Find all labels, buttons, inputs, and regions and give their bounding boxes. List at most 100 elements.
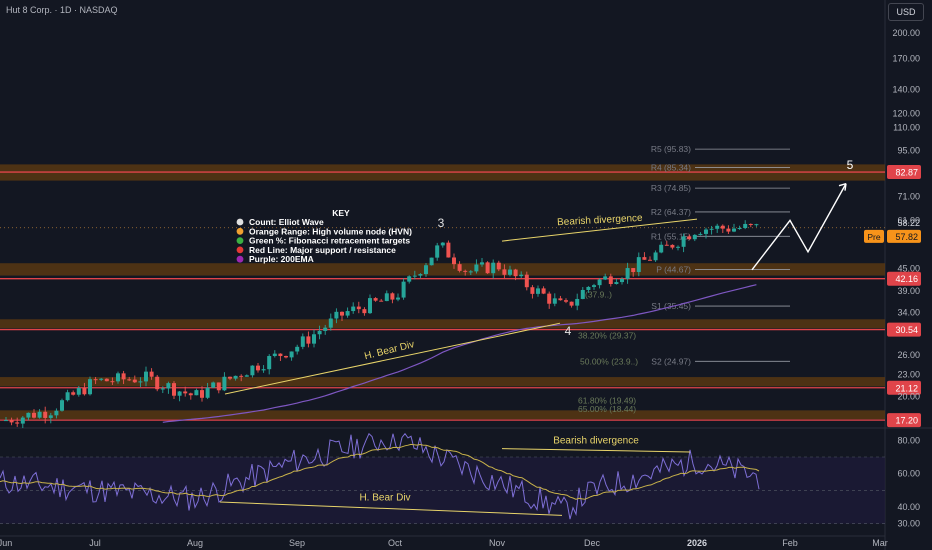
candle-down bbox=[664, 244, 669, 246]
candle-up bbox=[519, 274, 524, 277]
candle-down bbox=[457, 264, 462, 271]
candle-down bbox=[687, 236, 692, 240]
candle-up bbox=[351, 306, 356, 312]
currency-button[interactable]: USD bbox=[888, 3, 924, 21]
candle-up bbox=[211, 382, 216, 388]
candle-down bbox=[446, 242, 451, 258]
candle-up bbox=[99, 378, 104, 380]
candle-up bbox=[625, 268, 630, 279]
candle-up bbox=[536, 288, 540, 294]
price-axis-tick: 23.00 bbox=[897, 369, 920, 379]
candle-up bbox=[659, 244, 664, 253]
candle-down bbox=[541, 288, 546, 294]
premarket-price-text: 57.82 bbox=[895, 232, 918, 242]
candle-up bbox=[272, 353, 277, 357]
candle-up bbox=[603, 276, 608, 280]
candle-up bbox=[715, 225, 720, 229]
candle-up bbox=[709, 228, 714, 230]
candle-down bbox=[524, 274, 529, 288]
candle-up bbox=[368, 298, 372, 314]
candle-up bbox=[244, 375, 249, 377]
candle-up bbox=[592, 285, 596, 287]
time-axis-label: Oct bbox=[388, 538, 403, 548]
candle-up bbox=[48, 415, 53, 418]
price-level-tag-text: 82.87 bbox=[895, 168, 918, 178]
fib-label: 50.00% (23.9..) bbox=[580, 356, 638, 366]
candle-down bbox=[239, 375, 244, 377]
candle-up bbox=[116, 373, 120, 382]
candle-up bbox=[289, 351, 294, 358]
price-axis-tick: 120.00 bbox=[892, 109, 920, 119]
price-axis-tick: 26.00 bbox=[897, 350, 920, 360]
candle-down bbox=[132, 379, 137, 383]
candle-up bbox=[317, 330, 322, 335]
fib-label: 65.00% (18.44) bbox=[578, 404, 636, 414]
candle-up bbox=[328, 318, 333, 328]
candle-down bbox=[127, 379, 132, 381]
candle-up bbox=[620, 278, 624, 283]
pivot-label: R3 (74.85) bbox=[651, 183, 691, 193]
candle-up bbox=[261, 369, 266, 371]
candle-up bbox=[704, 229, 708, 234]
candle-up bbox=[552, 298, 557, 304]
candle-up bbox=[412, 275, 417, 277]
time-axis-label: Nov bbox=[489, 538, 506, 548]
candle-up bbox=[737, 228, 742, 230]
candle-up bbox=[575, 298, 580, 306]
symbol-title: Hut 8 Corp. · 1D · NASDAQ bbox=[6, 5, 118, 15]
time-axis-label: 2026 bbox=[687, 538, 707, 548]
candle-down bbox=[340, 311, 344, 316]
price-level-tag-text: 17.20 bbox=[895, 416, 918, 426]
hvn-zone bbox=[0, 410, 885, 420]
candle-up bbox=[300, 336, 305, 347]
candle-up bbox=[345, 311, 350, 316]
candle-up bbox=[194, 390, 199, 396]
candle-down bbox=[558, 298, 563, 301]
rsi-axis-tick: 30.00 bbox=[897, 519, 920, 529]
candle-down bbox=[15, 422, 20, 424]
candle-down bbox=[188, 393, 193, 396]
time-axis-label: Jun bbox=[0, 538, 12, 548]
candle-up bbox=[676, 246, 680, 248]
fib-label: (37.9..) bbox=[585, 289, 612, 299]
candle-up bbox=[396, 297, 400, 300]
candle-down bbox=[463, 270, 468, 272]
candle-up bbox=[26, 412, 31, 418]
candle-up bbox=[160, 388, 165, 390]
price-axis-tick: 39.00 bbox=[897, 286, 920, 296]
candle-up bbox=[586, 286, 591, 290]
candle-down bbox=[502, 269, 507, 275]
candle-down bbox=[642, 257, 647, 260]
candle-down bbox=[496, 262, 501, 270]
candle-down bbox=[82, 387, 87, 395]
rsi-axis-tick: 40.00 bbox=[897, 502, 920, 512]
candle-up bbox=[474, 264, 479, 272]
candle-up bbox=[295, 346, 300, 352]
candle-down bbox=[485, 262, 490, 274]
candle-down bbox=[172, 383, 176, 396]
hvn-zone bbox=[0, 319, 885, 329]
candle-up bbox=[37, 411, 42, 418]
candle-up bbox=[580, 289, 585, 299]
pivot-label: P (44.67) bbox=[656, 265, 691, 275]
candle-up bbox=[429, 257, 434, 266]
price-axis-tick: 200.00 bbox=[892, 28, 920, 38]
candle-down bbox=[726, 228, 731, 232]
candle-up bbox=[267, 356, 272, 370]
candle-down bbox=[748, 223, 753, 225]
pivot-label: R4 (85.34) bbox=[651, 162, 691, 172]
candle-down bbox=[200, 390, 204, 398]
candle-up bbox=[491, 262, 496, 274]
candle-up bbox=[418, 274, 423, 276]
chart-canvas[interactable]: R5 (95.83) R4 (85.34) R3 (74.85) R2 (64.37)… bbox=[0, 0, 932, 550]
candle-up bbox=[732, 228, 736, 232]
price-level-tag-text: 30.54 bbox=[895, 325, 918, 335]
candle-up bbox=[233, 375, 238, 379]
candle-down bbox=[379, 300, 384, 302]
candle-up bbox=[166, 383, 171, 389]
key-legend-swatch bbox=[236, 246, 244, 254]
candle-up bbox=[407, 276, 412, 282]
key-legend-swatch bbox=[236, 237, 244, 245]
candle-up bbox=[743, 223, 748, 229]
candle-up bbox=[698, 233, 703, 235]
